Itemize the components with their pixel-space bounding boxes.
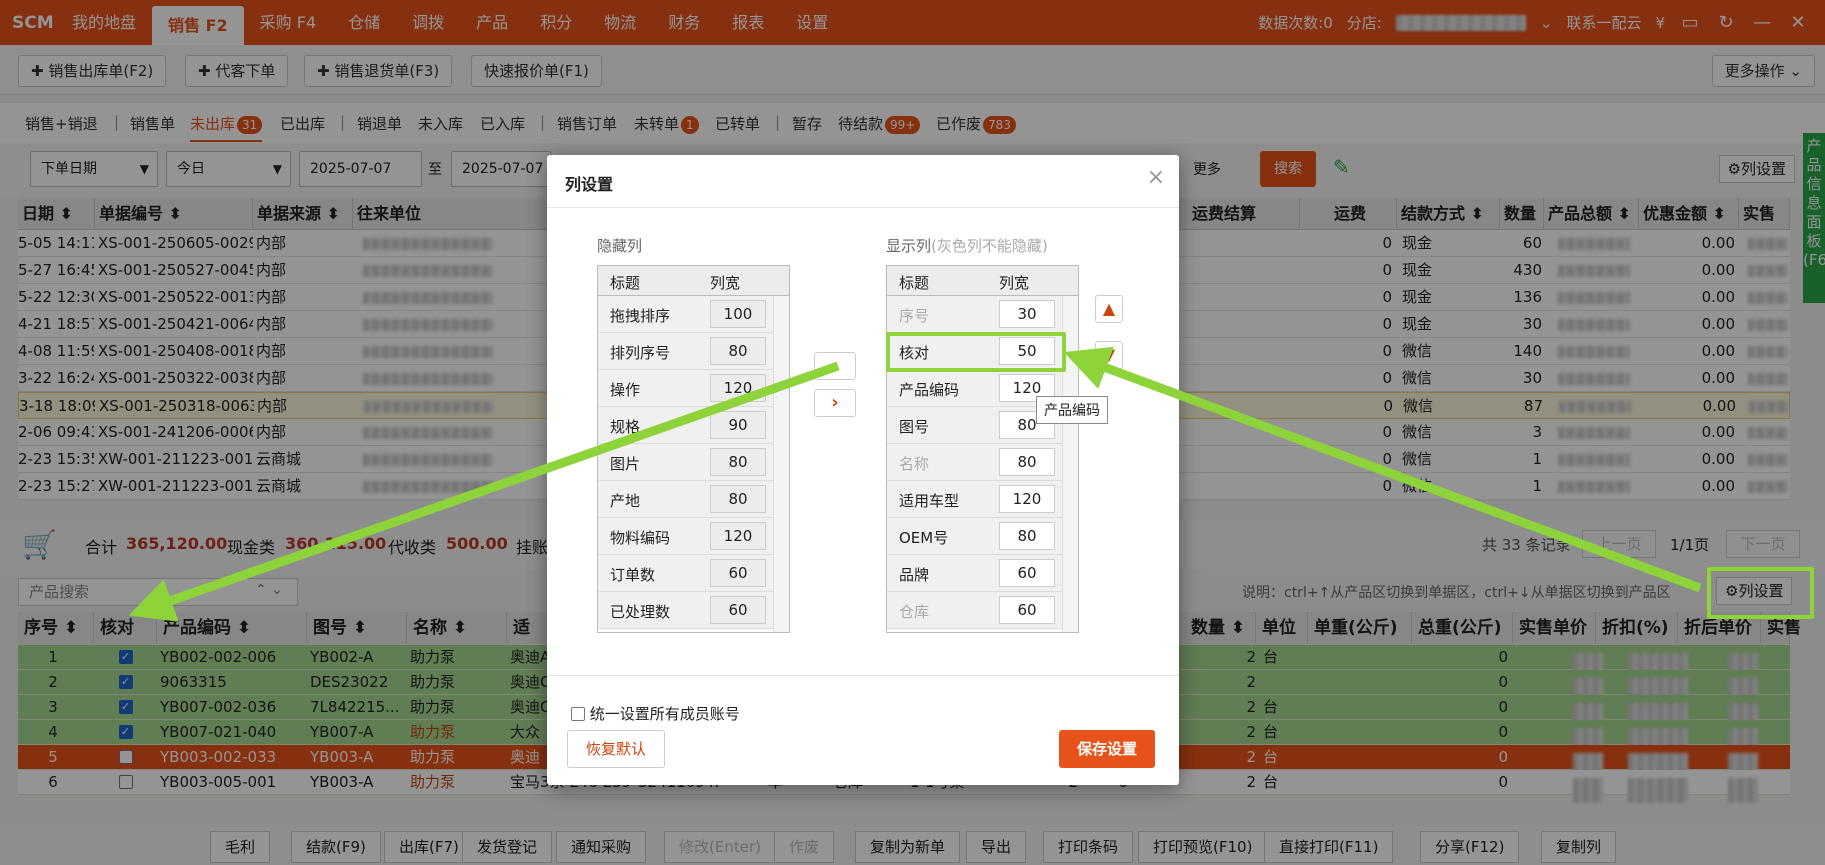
annotation-arrows bbox=[128, 346, 1702, 622]
page: { "topnav":{"brand":"SCM","items":["我的地盘… bbox=[0, 0, 1825, 865]
arrow-to-check-row bbox=[1063, 346, 1702, 593]
arrow-to-check-column bbox=[128, 361, 840, 622]
